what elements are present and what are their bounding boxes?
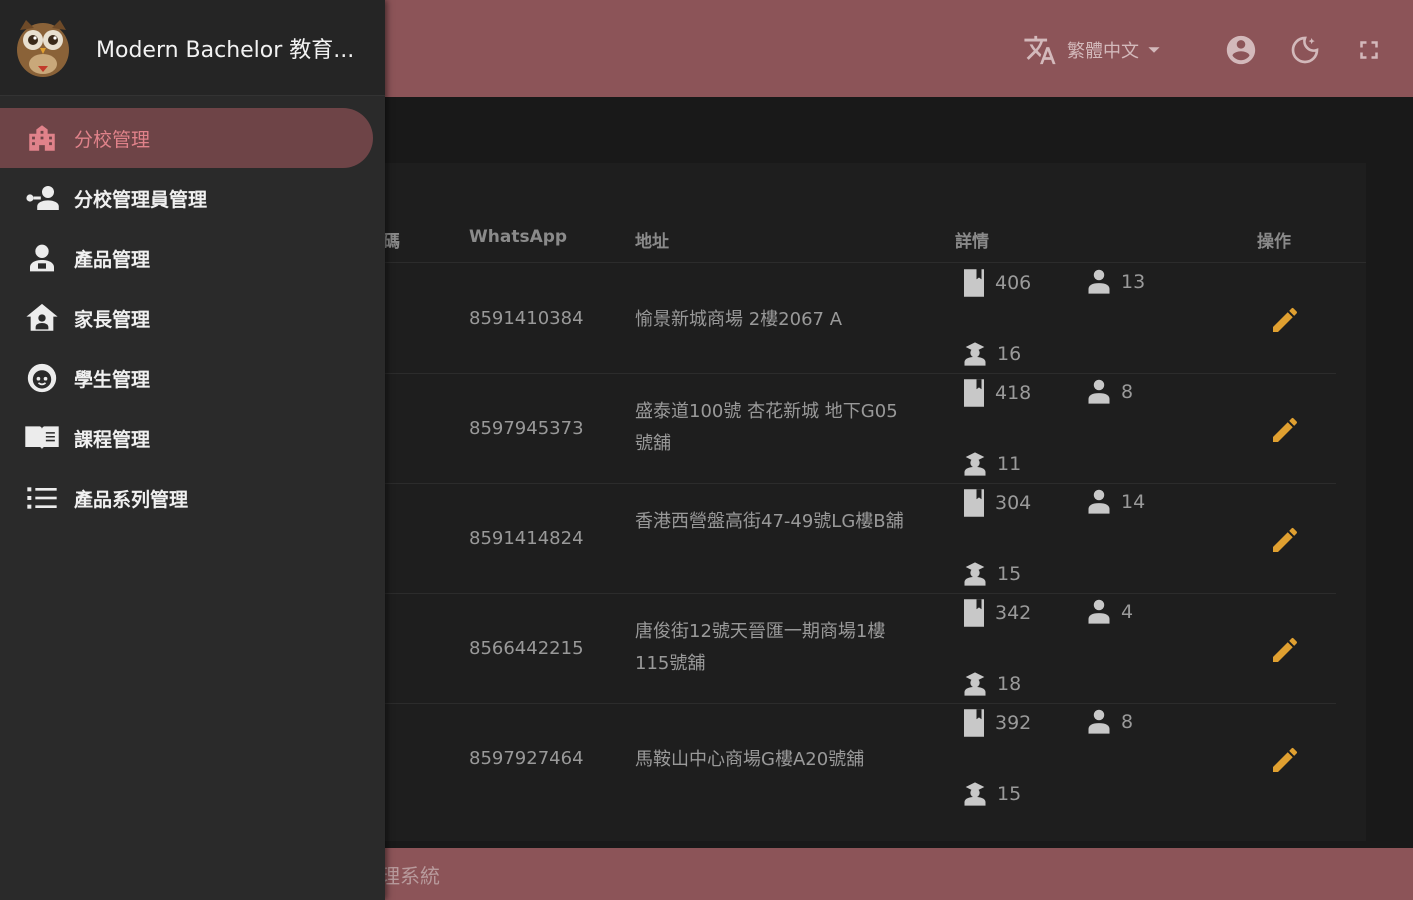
header-actions: 操作 [1257,232,1291,252]
student-icon [964,562,986,586]
whatsapp-cell: 8597927464 [469,748,584,769]
books-count: 406 [961,268,1031,298]
owl-logo-icon [17,20,69,77]
students-count: 15 [961,780,1021,808]
person-badge-icon [1088,269,1110,294]
sidebar-item-students[interactable]: 學生管理 [0,348,373,408]
table-row: 8597945373 盛泰道100號 杏花新城 地下G05號舖 418 8 11 [385,374,1336,484]
person-badge-icon [1088,709,1110,734]
edit-button[interactable] [1265,520,1305,560]
student-icon [964,342,986,366]
students-count: 18 [961,670,1021,698]
sidebar-item-label: 產品系列管理 [74,488,189,511]
parents-count: 14 [1085,488,1145,516]
students-count: 16 [961,340,1021,368]
navigation-drawer: Modern Bachelor 教育... 分校管理 分校管理員管理 產品管理 … [0,0,385,900]
book-icon [24,420,60,456]
header-address[interactable]: 地址 [635,227,669,252]
address-cell: 香港西營盤高街47-49號LG樓B舖 [635,511,904,532]
sidebar-item-branch[interactable]: 分校管理 [0,108,373,168]
table-header: 碼 WhatsApp 地址 詳情 操作 [383,211,1366,263]
edit-icon [1273,527,1298,552]
parents-count: 4 [1085,598,1133,626]
parents-count: 13 [1085,268,1145,296]
edit-icon [1273,417,1298,442]
book-icon [964,709,984,737]
sidebar-item-label: 學生管理 [74,368,151,391]
face-icon [24,360,60,396]
books-count: 304 [961,488,1031,518]
person-badge-icon [1088,379,1110,404]
parents-count: 8 [1085,378,1133,406]
books-count: 342 [961,598,1031,628]
table-row: 8597927464 馬鞍山中心商場G樓A20號舖 392 8 15 [385,704,1336,814]
header-code: 碼 [383,232,400,252]
header-details: 詳情 [955,232,989,252]
footer-text: 理系統 [380,864,440,888]
manage-accounts-icon [24,180,60,216]
whatsapp-cell: 8597945373 [469,418,584,439]
whatsapp-cell: 8566442215 [469,638,584,659]
students-count: 11 [961,450,1021,478]
app-title: Modern Bachelor 教育... [96,38,355,63]
sidebar-item-label: 分校管理員管理 [74,188,208,211]
translate-icon [1024,35,1056,65]
person-badge-icon [24,240,60,276]
chevron-down-icon [1148,47,1160,53]
sidebar-item-label: 家長管理 [74,308,151,331]
sidebar-item-product-series[interactable]: 產品系列管理 [0,468,373,528]
dark-mode-icon[interactable] [1285,30,1325,70]
sidebar-nav: 分校管理 分校管理員管理 產品管理 家長管理 學生管理 課程管理 產品系列管理 [0,108,385,528]
address-cell: 盛泰道100號 杏花新城 地下G05號舖 [635,401,898,454]
list-icon [24,480,60,516]
parents-count: 8 [1085,708,1133,736]
house-person-icon [24,300,60,336]
student-icon [964,672,986,696]
book-icon [964,599,984,627]
student-icon [964,452,986,476]
table-row: 8591414824 香港西營盤高街47-49號LG樓B舖 304 14 15 [385,484,1336,594]
edit-icon [1273,747,1298,772]
appbar-actions: 繁體中文 [1023,30,1389,70]
school-icon [24,120,60,156]
student-icon [964,782,986,806]
students-count: 15 [961,560,1021,588]
edit-icon [1273,637,1298,662]
header-whatsapp[interactable]: WhatsApp [469,227,567,247]
person-badge-icon [1088,489,1110,514]
edit-button[interactable] [1265,740,1305,780]
fullscreen-icon[interactable] [1349,30,1389,70]
sidebar-item-courses[interactable]: 課程管理 [0,408,373,468]
sidebar-item-branch-admin[interactable]: 分校管理員管理 [0,168,373,228]
account-icon[interactable] [1221,30,1261,70]
edit-button[interactable] [1265,410,1305,450]
book-icon [964,269,984,297]
sidebar-item-label: 產品管理 [74,248,151,271]
whatsapp-cell: 8591414824 [469,528,584,549]
address-cell: 唐俊街12號天晉匯一期商場1樓115號舖 [635,621,886,674]
person-badge-icon [1088,599,1110,624]
sidebar-item-label: 分校管理 [74,128,151,151]
branch-table-card: 碼 WhatsApp 地址 詳情 操作 8591410384 愉景新城商場 2樓… [383,163,1366,841]
drawer-header: Modern Bachelor 教育... [0,0,385,96]
books-count: 418 [961,378,1031,408]
address-cell: 馬鞍山中心商場G樓A20號舖 [635,749,865,770]
whatsapp-cell: 8591410384 [469,308,584,329]
edit-icon [1273,307,1298,332]
edit-button[interactable] [1265,630,1305,670]
language-selector[interactable]: 繁體中文 [1023,33,1171,67]
sidebar-item-label: 課程管理 [74,428,151,451]
sidebar-item-parents[interactable]: 家長管理 [0,288,373,348]
edit-button[interactable] [1265,300,1305,340]
book-icon [964,489,984,517]
language-label: 繁體中文 [1067,41,1139,62]
table-row: 8566442215 唐俊街12號天晉匯一期商場1樓115號舖 342 4 18 [385,594,1336,704]
address-cell: 愉景新城商場 2樓2067 A [635,309,843,330]
book-icon [964,379,984,407]
books-count: 392 [961,708,1031,738]
sidebar-item-products[interactable]: 產品管理 [0,228,373,288]
table-row: 8591410384 愉景新城商場 2樓2067 A 406 13 16 [385,264,1336,374]
